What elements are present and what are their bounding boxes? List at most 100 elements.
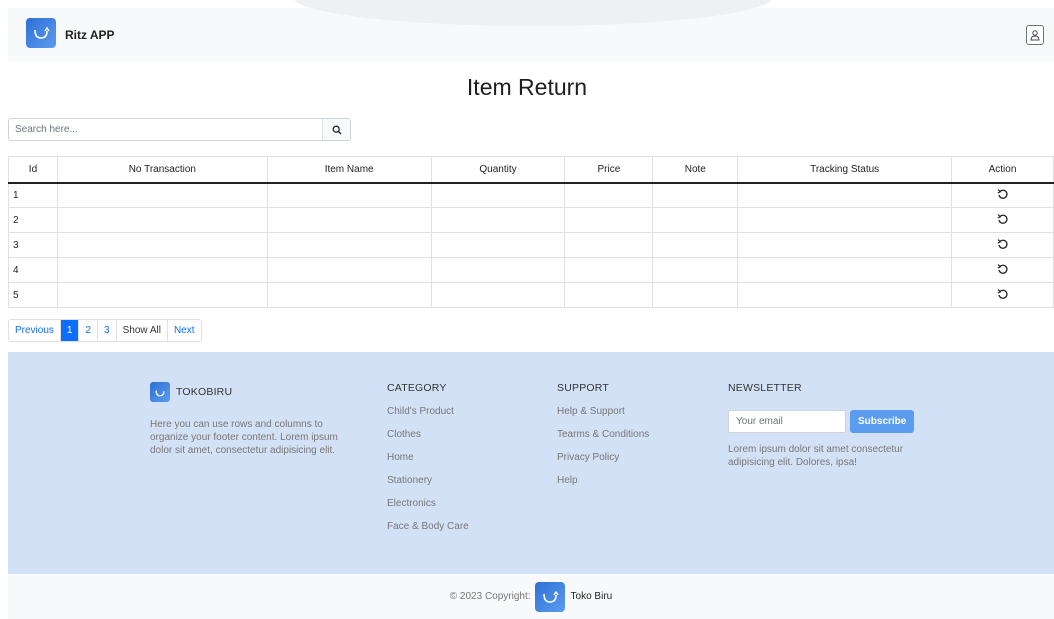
table-row: 5 (8, 282, 1054, 308)
category-link[interactable]: Electronics (387, 498, 469, 509)
cell-id: 2 (8, 207, 58, 233)
cell-item-name (266, 232, 432, 258)
cell-no-transaction (56, 232, 268, 258)
cell-tracking-status (737, 257, 953, 283)
undo-icon[interactable] (997, 213, 1008, 224)
cell-no-transaction (56, 282, 268, 308)
table-row: 2 (8, 207, 1054, 233)
copyright-bar: © 2023 Copyright: Toko Biru (8, 574, 1054, 619)
cell-item-name (266, 207, 432, 233)
cell-item-name (266, 182, 432, 208)
returns-table: Id No Transaction Item Name Quantity Pri… (8, 156, 1054, 308)
cell-item-name (266, 257, 432, 283)
cell-id: 4 (8, 257, 58, 283)
brand-name[interactable]: Ritz APP (65, 28, 115, 42)
footer-about-text: Here you can use rows and columns to org… (150, 419, 338, 456)
cell-price (564, 282, 654, 308)
column-header[interactable]: Item Name (266, 156, 432, 184)
cell-price (564, 207, 654, 233)
table-row: 1 (8, 182, 1054, 208)
undo-icon[interactable] (997, 238, 1008, 249)
copyright-logo-icon (534, 581, 565, 612)
cell-action (951, 257, 1054, 283)
table-row: 4 (8, 257, 1054, 283)
cell-quantity (430, 257, 566, 283)
cell-action (951, 207, 1054, 233)
column-header[interactable]: No Transaction (56, 156, 268, 184)
pagination-page-3[interactable]: 3 (98, 320, 117, 341)
brand-logo-icon[interactable] (26, 18, 56, 48)
footer-about: TOKOBIRU Here you can use rows and colum… (150, 382, 340, 457)
cell-no-transaction (56, 257, 268, 283)
search-button[interactable] (322, 119, 350, 140)
cell-quantity (430, 182, 566, 208)
footer-logo-icon (150, 382, 170, 402)
category-link[interactable]: Child's Product (387, 406, 469, 417)
column-header[interactable]: Quantity (430, 156, 566, 184)
support-link[interactable]: Tearms & Conditions (557, 429, 649, 440)
cell-note (652, 232, 739, 258)
category-link[interactable]: Face & Body Care (387, 521, 469, 532)
support-link[interactable]: Help (557, 475, 649, 486)
newsletter-email-input[interactable] (728, 410, 846, 433)
column-header[interactable]: Action (951, 156, 1054, 184)
pagination-page-2[interactable]: 2 (79, 320, 99, 341)
cell-id: 5 (8, 282, 58, 308)
support-heading: SUPPORT (557, 382, 609, 394)
footer-support: SUPPORT Help & Support Tearms & Conditio… (557, 382, 649, 486)
cell-action (951, 232, 1054, 258)
search-icon (332, 125, 341, 134)
category-link[interactable]: Home (387, 452, 469, 463)
cell-note (652, 207, 739, 233)
cell-price (564, 232, 654, 258)
undo-icon[interactable] (997, 188, 1008, 200)
user-menu-button[interactable] (1026, 25, 1044, 45)
cell-note (652, 257, 739, 283)
cell-quantity (430, 207, 566, 233)
copyright-brand[interactable]: Toko Biru (571, 591, 613, 602)
category-heading: CATEGORY (387, 382, 447, 394)
support-link[interactable]: Privacy Policy (557, 452, 649, 463)
pagination-page-1[interactable]: 1 (60, 320, 80, 341)
newsletter-text: Lorem ipsum dolor sit amet consectetur a… (728, 444, 904, 468)
cell-id: 3 (8, 232, 58, 258)
cell-price (564, 257, 654, 283)
footer-brand: TOKOBIRU (176, 386, 233, 398)
cell-quantity (430, 232, 566, 258)
cell-tracking-status (737, 282, 953, 308)
undo-icon[interactable] (997, 288, 1008, 299)
undo-icon[interactable] (997, 263, 1008, 274)
table-row: 3 (8, 232, 1054, 258)
cell-note (652, 282, 739, 308)
subscribe-button[interactable]: Subscribe (850, 410, 915, 433)
cell-no-transaction (56, 207, 268, 233)
cell-tracking-status (737, 232, 953, 258)
cell-quantity (430, 282, 566, 308)
pagination-previous[interactable]: Previous (9, 320, 61, 341)
user-icon (1030, 29, 1040, 40)
column-header[interactable]: Note (652, 156, 739, 184)
newsletter-heading: NEWSLETTER (728, 382, 802, 394)
cell-action (951, 282, 1054, 308)
cell-tracking-status (737, 182, 953, 208)
column-header[interactable]: Id (8, 156, 58, 184)
copyright-text: © 2023 Copyright: (449, 591, 531, 602)
support-link[interactable]: Help & Support (557, 406, 649, 417)
navbar: Ritz APP (8, 0, 1054, 62)
column-header[interactable]: Price (564, 156, 654, 184)
cell-action (951, 182, 1054, 208)
footer-newsletter: NEWSLETTER Subscribe Lorem ipsum dolor s… (728, 382, 918, 469)
cell-tracking-status (737, 207, 953, 233)
pagination-next[interactable]: Next (168, 320, 201, 341)
search-bar (8, 118, 351, 141)
footer: TOKOBIRU Here you can use rows and colum… (8, 352, 1054, 574)
table-header-row: Id No Transaction Item Name Quantity Pri… (8, 156, 1054, 184)
cell-item-name (266, 282, 432, 308)
category-link[interactable]: Stationery (387, 475, 469, 486)
top-decoration (293, 0, 773, 26)
pagination-show-all[interactable]: Show All (117, 320, 168, 341)
cell-price (564, 182, 654, 208)
search-input[interactable] (9, 119, 322, 140)
category-link[interactable]: Clothes (387, 429, 469, 440)
column-header[interactable]: Tracking Status (737, 156, 953, 184)
